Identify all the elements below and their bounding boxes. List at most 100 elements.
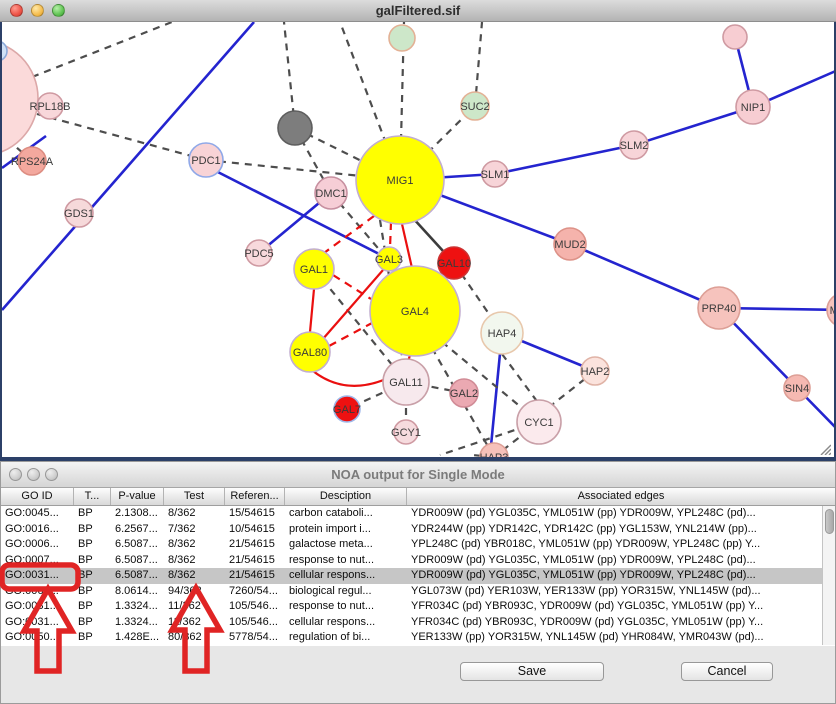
table-cell: 11/362 bbox=[164, 615, 225, 631]
node-NIP1[interactable]: NIP1 bbox=[736, 90, 770, 124]
table-row[interactable]: GO:0050...BP1.428E...80/3625778/54...reg… bbox=[1, 630, 835, 646]
table-cell: 5778/54... bbox=[225, 630, 285, 646]
node-GAL11[interactable]: GAL11 bbox=[383, 359, 429, 405]
node-GAL4[interactable]: GAL4 bbox=[370, 266, 460, 356]
column-header-go-id[interactable]: GO ID bbox=[1, 488, 74, 505]
node-GDS1[interactable]: GDS1 bbox=[64, 199, 94, 227]
node-label: CYC1 bbox=[524, 417, 553, 429]
node-GAL3[interactable]: GAL3 bbox=[375, 247, 403, 271]
node-PRP40[interactable]: PRP40 bbox=[698, 287, 740, 329]
node-DMC1[interactable]: DMC1 bbox=[315, 177, 347, 209]
zoom-button-inactive[interactable] bbox=[45, 468, 58, 481]
cancel-button[interactable]: Cancel bbox=[681, 662, 773, 681]
table-row[interactable]: GO:0031...BP6.5087...8/36221/54615cellul… bbox=[1, 568, 835, 584]
table-cell: YDR009W (pd) YGL035C, YML051W (pp) YDR00… bbox=[407, 506, 835, 522]
network-edge[interactable] bbox=[329, 323, 372, 346]
node-GAL2[interactable]: GAL2 bbox=[450, 379, 478, 407]
network-edge[interactable] bbox=[402, 224, 412, 268]
resize-grip[interactable] bbox=[818, 442, 831, 455]
node-PDC1[interactable]: PDC1 bbox=[189, 143, 223, 177]
node-GAL1[interactable]: GAL1 bbox=[294, 249, 334, 289]
minimize-button[interactable] bbox=[31, 4, 44, 17]
table-cell: 1.428E... bbox=[111, 630, 164, 646]
node-CYC1[interactable]: CYC1 bbox=[517, 400, 561, 444]
node-GAL80[interactable]: GAL80 bbox=[290, 332, 330, 372]
noa-window-titlebar[interactable]: NOA output for Single Mode bbox=[1, 462, 835, 488]
minimize-button-inactive[interactable] bbox=[27, 468, 40, 481]
node-GAL7[interactable]: GAL7 bbox=[333, 396, 361, 422]
node-label: MSL1 bbox=[830, 305, 834, 317]
node-label: RPS24A bbox=[11, 156, 54, 168]
table-cell: BP bbox=[74, 584, 111, 600]
table-row[interactable]: GO:0016...BP6.2567...7/36210/54615protei… bbox=[1, 522, 835, 538]
node-top-pink[interactable] bbox=[723, 25, 747, 49]
network-edge[interactable] bbox=[333, 275, 371, 299]
table-cell: 21/54615 bbox=[225, 568, 285, 584]
node-HAP3[interactable]: HAP3 bbox=[480, 443, 509, 457]
node-RPS24A[interactable]: RPS24A bbox=[11, 147, 54, 175]
network-edge[interactable] bbox=[310, 289, 314, 332]
node-SLM2[interactable]: SLM2 bbox=[620, 131, 649, 159]
table-cell: GO:0065... bbox=[1, 584, 74, 600]
vertical-scrollbar[interactable] bbox=[822, 506, 835, 645]
network-edge[interactable] bbox=[495, 145, 634, 174]
node-HAP2[interactable]: HAP2 bbox=[581, 357, 610, 385]
network-window: galFiltered.sif RPL18BRPS24AGDS1PDC1PDC5… bbox=[0, 0, 836, 461]
node-SIN4[interactable]: SIN4 bbox=[784, 375, 810, 401]
table-cell: GO:0007... bbox=[1, 553, 74, 569]
node-unnamed-large[interactable] bbox=[2, 40, 38, 156]
network-edge[interactable] bbox=[313, 371, 386, 386]
column-header-t-[interactable]: T... bbox=[74, 488, 111, 505]
column-header-desciption[interactable]: Desciption bbox=[285, 488, 407, 505]
node-HAP4[interactable]: HAP4 bbox=[481, 312, 523, 354]
node-GCY1[interactable]: GCY1 bbox=[391, 420, 421, 444]
network-edge[interactable] bbox=[32, 22, 172, 77]
close-button-inactive[interactable] bbox=[9, 468, 22, 481]
table-row[interactable]: GO:0031...BP1.3324...11/362105/546...res… bbox=[1, 599, 835, 615]
node-label: HAP2 bbox=[581, 366, 610, 378]
noa-output-window: NOA output for Single Mode GO IDT...P-va… bbox=[0, 461, 836, 704]
table-cell: 105/546... bbox=[225, 615, 285, 631]
table-row[interactable]: GO:0031...BP1.3324...11/362105/546...cel… bbox=[1, 615, 835, 631]
column-header-referen-[interactable]: Referen... bbox=[225, 488, 285, 505]
scrollbar-thumb[interactable] bbox=[825, 509, 834, 534]
node-top-green[interactable] bbox=[389, 25, 415, 51]
node-SLM1[interactable]: SLM1 bbox=[481, 161, 510, 187]
table-cell: YER133W (pp) YOR315W, YNL145W (pd) YHR08… bbox=[407, 630, 835, 646]
node-label: GAL10 bbox=[437, 258, 471, 270]
table-cell: 80/362 bbox=[164, 630, 225, 646]
node-MUD2[interactable]: MUD2 bbox=[554, 228, 586, 260]
node-label: GAL11 bbox=[389, 377, 422, 389]
table-row[interactable]: GO:0006...BP6.5087...8/36221/54615galact… bbox=[1, 537, 835, 553]
node-MIG1[interactable]: MIG1 bbox=[356, 136, 444, 224]
table-cell: 6.5087... bbox=[111, 537, 164, 553]
node-MSL1[interactable]: MSL1 bbox=[827, 293, 834, 327]
node-label: SLM1 bbox=[481, 169, 510, 181]
table-cell: GO:0050... bbox=[1, 630, 74, 646]
node-gray-node[interactable] bbox=[278, 111, 312, 145]
network-canvas[interactable]: RPL18BRPS24AGDS1PDC1PDC5DMC1MIG1SUC2SLM1… bbox=[0, 22, 836, 461]
results-table: GO IDT...P-valueTestReferen...Desciption… bbox=[1, 488, 835, 646]
network-edge[interactable] bbox=[390, 222, 391, 248]
table-cell: 8/362 bbox=[164, 553, 225, 569]
network-edge[interactable] bbox=[634, 107, 753, 145]
close-button[interactable] bbox=[10, 4, 23, 17]
table-row[interactable]: GO:0065...BP8.0614...94/3627260/54...bio… bbox=[1, 584, 835, 600]
zoom-button[interactable] bbox=[52, 4, 65, 17]
node-PDC5[interactable]: PDC5 bbox=[244, 240, 273, 266]
network-edge[interactable] bbox=[570, 244, 719, 308]
table-cell: GO:0045... bbox=[1, 506, 74, 522]
node-label: GCY1 bbox=[391, 427, 421, 439]
table-cell: galactose meta... bbox=[285, 537, 407, 553]
column-header-associated-edges[interactable]: Associated edges bbox=[407, 488, 835, 505]
table-row[interactable]: GO:0007...BP6.5087...8/36221/54615respon… bbox=[1, 553, 835, 569]
network-window-titlebar[interactable]: galFiltered.sif bbox=[0, 0, 836, 22]
node-label: GAL4 bbox=[401, 306, 429, 318]
network-edge[interactable] bbox=[37, 114, 206, 160]
table-row[interactable]: GO:0045...BP2.1308...8/36215/54615carbon… bbox=[1, 506, 835, 522]
column-header-test[interactable]: Test bbox=[164, 488, 225, 505]
network-edge[interactable] bbox=[502, 354, 539, 404]
column-header-p-value[interactable]: P-value bbox=[111, 488, 164, 505]
save-button[interactable]: Save bbox=[460, 662, 604, 681]
node-SUC2[interactable]: SUC2 bbox=[460, 92, 489, 120]
